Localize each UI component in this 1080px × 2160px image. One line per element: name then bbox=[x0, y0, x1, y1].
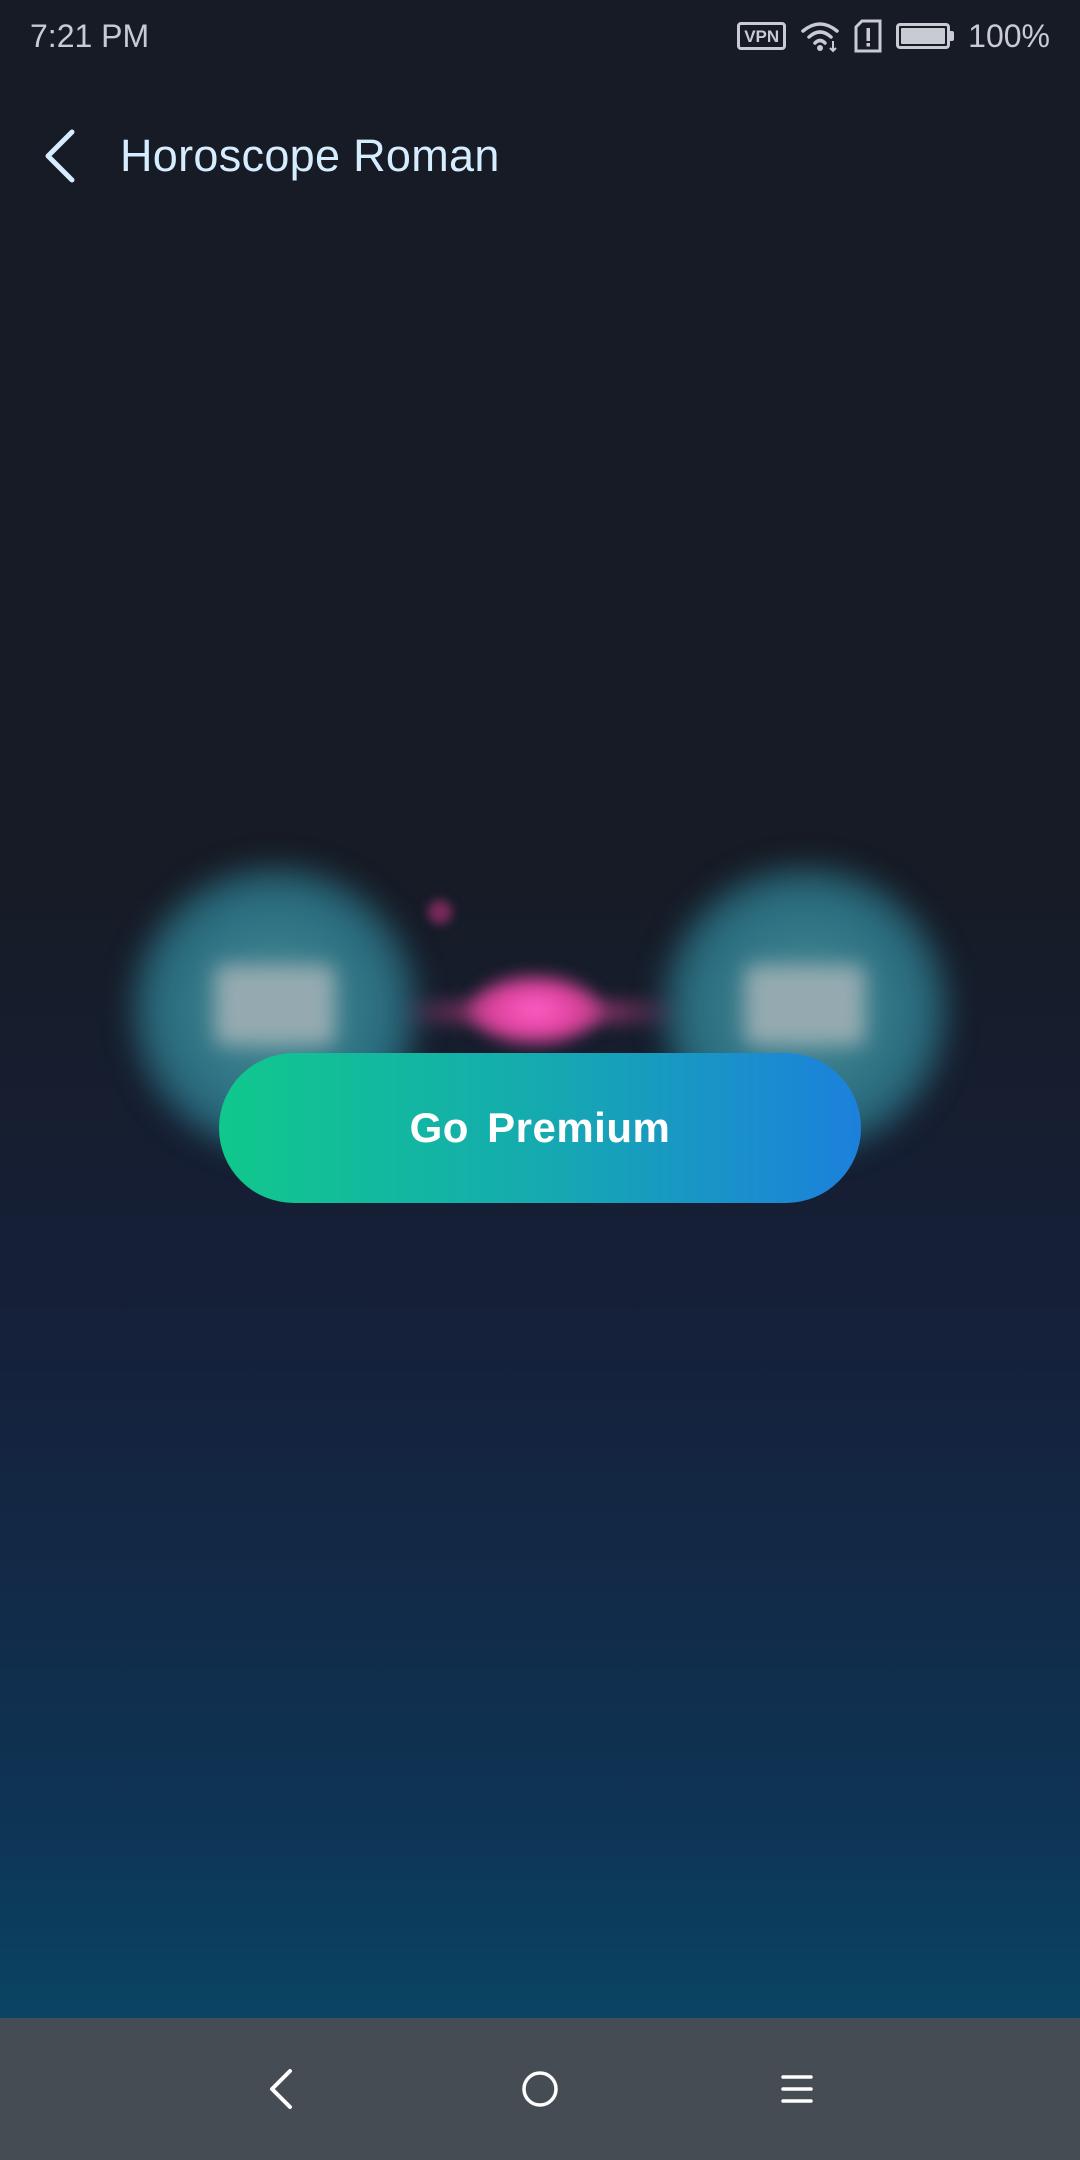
status-icons: VPN 100% bbox=[737, 18, 1050, 55]
blurred-pink-connector bbox=[400, 1000, 680, 1024]
battery-icon bbox=[896, 23, 955, 49]
blurred-card-right bbox=[745, 965, 865, 1045]
status-time: 7:21 PM bbox=[30, 17, 150, 54]
home-circle-icon bbox=[522, 2071, 558, 2107]
go-premium-button[interactable]: Go Premium bbox=[219, 1053, 861, 1203]
status-bar: 7:21 PM VPN 100% bbox=[0, 0, 1080, 72]
nav-home-button[interactable] bbox=[505, 2054, 575, 2124]
battery-percent: 100% bbox=[968, 17, 1050, 54]
system-nav-bar bbox=[0, 2018, 1080, 2160]
blurred-card-left bbox=[215, 965, 335, 1045]
vpn-icon: VPN bbox=[737, 22, 787, 50]
back-triangle-icon bbox=[270, 2069, 292, 2109]
back-button[interactable] bbox=[36, 124, 84, 188]
app-screen: 7:21 PM VPN 100% Horoscope Roman Go Prem… bbox=[0, 0, 1080, 2160]
app-header: Horoscope Roman bbox=[0, 100, 1080, 212]
chevron-left-icon bbox=[45, 129, 75, 183]
blurred-pink-dot bbox=[428, 900, 452, 924]
sim-alert-icon bbox=[854, 19, 882, 53]
wifi-icon bbox=[801, 22, 839, 53]
menu-lines-icon bbox=[781, 2075, 813, 2103]
nav-back-button[interactable] bbox=[246, 2054, 316, 2124]
blurred-pink-glow bbox=[470, 975, 600, 1045]
page-title: Horoscope Roman bbox=[120, 130, 500, 181]
nav-menu-button[interactable] bbox=[762, 2054, 832, 2124]
